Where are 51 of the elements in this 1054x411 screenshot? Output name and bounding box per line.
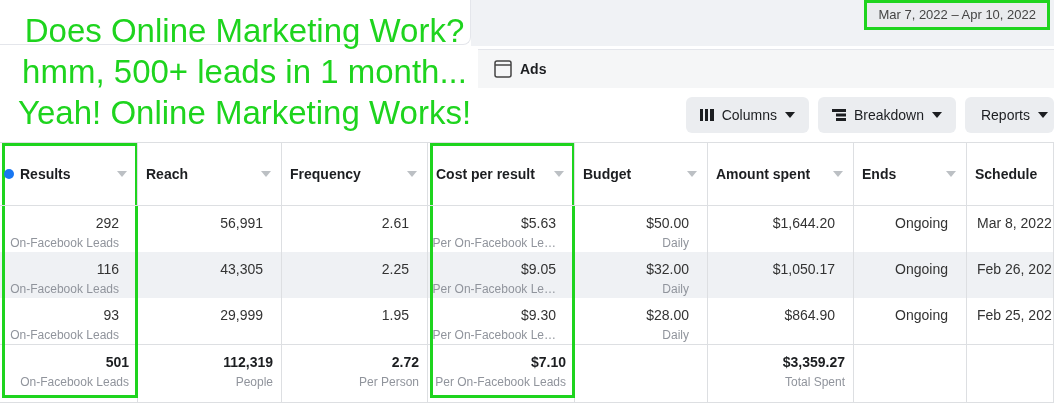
column-header[interactable]: Frequency [282,143,428,206]
caret-icon [931,112,942,118]
column-header[interactable]: Reach [138,143,282,206]
sort-caret-icon [946,171,956,177]
total-cell: $7.10 Per On-Facebook Leads [428,344,575,403]
annotation-text: hmm, 500+ leads in 1 month... [22,52,467,92]
ads-tab[interactable]: Ads [520,61,547,77]
sort-caret-icon [554,171,564,177]
annotation-text: Does Online Marketing Work? [24,11,465,51]
table-cell: Feb 26, 202 [967,252,1054,298]
caret-icon [784,112,795,118]
toolbar-button[interactable]: Columns [685,97,809,133]
table-cell: $32.00 Daily [575,252,708,298]
table-cell: 2.25 [282,252,428,298]
table-cell: $28.00 Daily [575,298,708,344]
column-header[interactable]: Schedule [967,143,1054,206]
table-cell: Ongoing [854,252,967,298]
caret-icon [1038,112,1048,118]
table-cell: 43,305 [138,252,282,298]
column-header[interactable]: Ends [854,143,967,206]
columns-icon [699,109,714,121]
table-cell: $9.05 Per On-Facebook Le… [428,252,575,298]
sort-caret-icon [117,171,127,177]
date-range-picker[interactable]: Mar 7, 2022 – Apr 10, 2022 [864,0,1050,30]
column-header[interactable]: Results [0,143,138,206]
total-cell: 501 On-Facebook Leads [0,344,138,403]
toolbar-button[interactable]: Reports [964,97,1054,133]
sort-caret-icon [261,171,271,177]
table-cell: Ongoing [854,298,967,344]
sort-caret-icon [687,171,697,177]
table-cell: 93 On-Facebook Leads [0,298,138,344]
table-cell: 1.95 [282,298,428,344]
annotation-text: Yeah! Online Marketing Works! [18,93,472,133]
column-header[interactable]: Budget [575,143,708,206]
table-cell: $9.30 Per On-Facebook Le… [428,298,575,344]
table-cell: 116 On-Facebook Leads [0,252,138,298]
table-cell: $864.90 [708,298,854,344]
breakdown-icon [831,109,846,121]
sort-caret-icon [407,171,417,177]
total-cell: 112,319 People [138,344,282,403]
info-icon [4,169,14,179]
toolbar-button[interactable]: Breakdown [817,97,956,133]
sort-caret-icon [833,171,843,177]
table-cell: $1,050.17 [708,252,854,298]
total-cell: 2.72 Per Person [282,344,428,403]
column-header[interactable]: Amount spent [708,143,854,206]
column-header[interactable]: Cost per result [428,143,575,206]
total-cell: $3,359.27 Total Spent [708,344,854,403]
table-cell: 29,999 [138,298,282,344]
window-icon [494,60,512,78]
table-cell: Feb 25, 202 [967,298,1054,344]
